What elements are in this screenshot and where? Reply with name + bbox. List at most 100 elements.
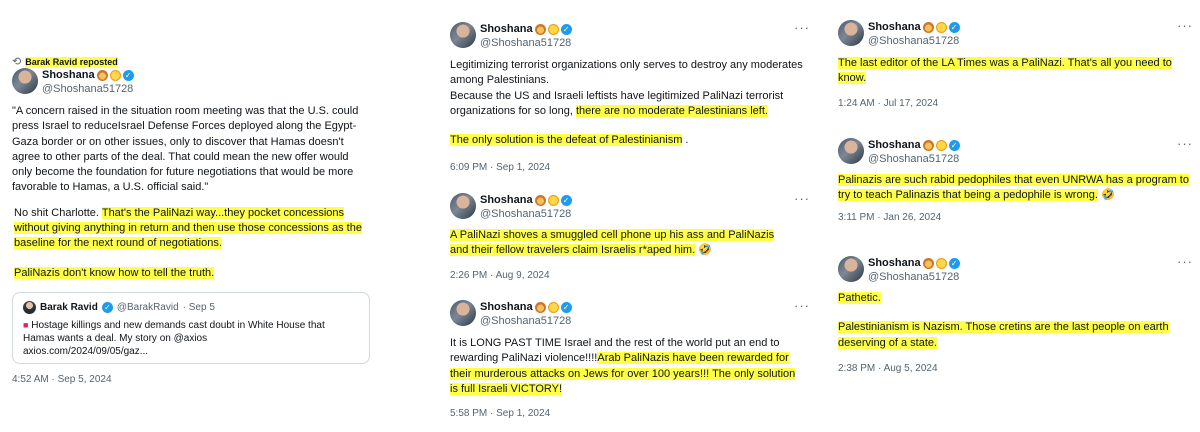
more-options-icon[interactable]: ··· xyxy=(794,20,810,35)
highlighted-text: there are no moderate Palestinians left. xyxy=(575,104,768,117)
tweet-card[interactable]: Shoshana ✓ @Shoshana51728 ··· The last e… xyxy=(838,18,1193,109)
tweet-timestamp[interactable]: 2:26 PM · Aug 9, 2024 xyxy=(450,270,550,281)
tweet-card[interactable]: Shoshana ✓ @Shoshana51728 ··· A PaliNazi… xyxy=(450,191,810,281)
tweet-text: Palinazis are such rabid pedophiles that… xyxy=(838,173,1193,204)
author-handle[interactable]: @Shoshana51728 xyxy=(480,37,571,49)
author-name[interactable]: Shoshana xyxy=(868,257,921,269)
verified-badge-icon: ✓ xyxy=(948,139,960,151)
avatar[interactable] xyxy=(450,22,476,48)
tweet-text: Pathetic. Palestinianism is Nazism. Thos… xyxy=(838,291,1193,351)
tweet-paragraph: The only solution is the defeat of Pales… xyxy=(450,133,810,148)
sun-emoji-icon xyxy=(935,139,947,151)
quoted-date: · Sep 5 xyxy=(182,302,215,313)
tweet-card[interactable]: Shoshana ✓ @Shoshana51728 "A concern rai… xyxy=(12,68,372,279)
tweet-timestamp[interactable]: 3:11 PM · Jan 26, 2024 xyxy=(838,212,941,223)
verified-badge-icon: ✓ xyxy=(948,257,960,269)
quoted-text: Hostage killings and new demands cast do… xyxy=(23,320,325,344)
plain-text: No shit Charlotte. xyxy=(14,206,102,219)
repost-indicator[interactable]: ⟲ Barak Ravid reposted xyxy=(12,55,118,68)
tweet-card[interactable]: Shoshana ✓ @Shoshana51728 ··· It is LONG… xyxy=(450,298,810,419)
highlighted-text: A PaliNazi shoves a smuggled cell phone … xyxy=(450,229,775,257)
tweet-card[interactable]: Shoshana ✓ @Shoshana51728 ··· Legitimizi… xyxy=(450,20,810,173)
author-handle[interactable]: @Shoshana51728 xyxy=(868,35,959,47)
avatar[interactable] xyxy=(450,193,476,219)
highlighted-text: The last editor of the LA Times was a Pa… xyxy=(838,57,1172,85)
tweet-paragraph: Legitimizing terrorist organizations onl… xyxy=(450,59,803,87)
highlighted-text: Palinazis are such rabid pedophiles that… xyxy=(838,174,1189,202)
highlighted-text: PaliNazis don't know how to tell the tru… xyxy=(14,266,215,279)
rofl-emoji-icon: 🤣 xyxy=(1100,189,1115,202)
lion-emoji-icon xyxy=(922,257,934,269)
quoted-tweet[interactable]: Barak Ravid ✓ @BarakRavid · Sep 5 ■ Host… xyxy=(12,292,370,364)
verified-badge-icon: ✓ xyxy=(122,69,134,81)
author-handle[interactable]: @Shoshana51728 xyxy=(480,208,571,220)
author-handle[interactable]: @Shoshana51728 xyxy=(868,271,959,283)
tweet-timestamp[interactable]: 2:38 PM · Aug 5, 2024 xyxy=(838,363,938,374)
tweet-text: It is LONG PAST TIME Israel and the rest… xyxy=(450,336,800,397)
tweet-paragraph: Pathetic. xyxy=(838,291,1193,306)
repost-label: Barak Ravid reposted xyxy=(25,56,118,67)
more-options-icon[interactable]: ··· xyxy=(794,191,810,206)
lion-emoji-icon xyxy=(534,23,546,35)
rofl-emoji-icon: 🤣 xyxy=(698,244,712,257)
sun-emoji-icon xyxy=(935,21,947,33)
tweet-timestamp[interactable]: 1:24 AM · Jul 17, 2024 xyxy=(838,98,938,109)
more-options-icon[interactable]: ··· xyxy=(1177,254,1193,269)
quoted-handle: @BarakRavid xyxy=(116,302,179,313)
siren-emoji-icon: ■ xyxy=(23,320,29,330)
tweet-timestamp[interactable]: 6:09 PM · Sep 1, 2024 xyxy=(450,162,550,173)
more-options-icon[interactable]: ··· xyxy=(1177,18,1193,33)
verified-badge-icon: ✓ xyxy=(560,194,572,206)
quoted-author-name: Barak Ravid xyxy=(40,302,98,313)
sun-emoji-icon xyxy=(547,301,559,313)
tweet-text: "A concern raised in the situation room … xyxy=(12,104,370,281)
verified-badge-icon: ✓ xyxy=(948,21,960,33)
quoted-avatar xyxy=(23,301,36,314)
author-name[interactable]: Shoshana xyxy=(480,194,533,206)
more-options-icon[interactable]: ··· xyxy=(1177,136,1193,151)
avatar[interactable] xyxy=(12,68,38,94)
tweet-timestamp[interactable]: 5:58 PM · Sep 1, 2024 xyxy=(450,408,550,419)
author-name[interactable]: Shoshana xyxy=(868,139,921,151)
tweet-paragraph: Palestinianism is Nazism. Those cretins … xyxy=(838,320,1193,351)
author-handle[interactable]: @Shoshana51728 xyxy=(42,83,133,95)
lion-emoji-icon xyxy=(534,301,546,313)
more-options-icon[interactable]: ··· xyxy=(794,298,810,313)
lion-emoji-icon xyxy=(922,139,934,151)
quoted-statement: "A concern raised in the situation room … xyxy=(12,105,359,194)
verified-badge-icon: ✓ xyxy=(560,23,572,35)
avatar[interactable] xyxy=(450,300,476,326)
repost-icon: ⟲ xyxy=(12,56,22,68)
verified-badge-icon: ✓ xyxy=(101,302,113,313)
tweet-text: Legitimizing terrorist organizations onl… xyxy=(450,58,810,148)
plain-text: . xyxy=(682,134,689,147)
lion-emoji-icon xyxy=(534,194,546,206)
avatar[interactable] xyxy=(838,20,864,46)
author-handle[interactable]: @Shoshana51728 xyxy=(480,315,571,327)
highlighted-text: The only solution is the defeat of Pales… xyxy=(450,134,683,147)
avatar[interactable] xyxy=(838,256,864,282)
author-name[interactable]: Shoshana xyxy=(480,301,533,313)
highlighted-text: Pathetic. xyxy=(838,292,881,304)
author-name[interactable]: Shoshana xyxy=(480,23,533,35)
tweet-paragraph: PaliNazis don't know how to tell the tru… xyxy=(12,266,370,281)
tweet-card[interactable]: Shoshana ✓ @Shoshana51728 ··· Pathetic. … xyxy=(838,254,1193,374)
highlighted-text: Palestinianism is Nazism. Those cretins … xyxy=(838,321,1169,349)
quoted-link[interactable]: axios.com/2024/09/05/gaz... xyxy=(23,346,148,357)
tweet-paragraph: No shit Charlotte. That's the PaliNazi w… xyxy=(12,206,370,252)
tweet-timestamp[interactable]: 4:52 AM · Sep 5, 2024 xyxy=(12,374,112,385)
tweet-paragraph: Because the US and Israeli leftists have… xyxy=(450,89,810,120)
sun-emoji-icon xyxy=(547,194,559,206)
tweet-card[interactable]: Shoshana ✓ @Shoshana51728 ··· Palinazis … xyxy=(838,136,1193,223)
author-name[interactable]: Shoshana xyxy=(42,69,95,81)
avatar[interactable] xyxy=(838,138,864,164)
author-handle[interactable]: @Shoshana51728 xyxy=(868,153,959,165)
sun-emoji-icon xyxy=(935,257,947,269)
tweet-text: A PaliNazi shoves a smuggled cell phone … xyxy=(450,228,795,259)
lion-emoji-icon xyxy=(96,69,108,81)
verified-badge-icon: ✓ xyxy=(560,301,572,313)
author-name[interactable]: Shoshana xyxy=(868,21,921,33)
tweet-text: The last editor of the LA Times was a Pa… xyxy=(838,56,1188,87)
sun-emoji-icon xyxy=(109,69,121,81)
sun-emoji-icon xyxy=(547,23,559,35)
